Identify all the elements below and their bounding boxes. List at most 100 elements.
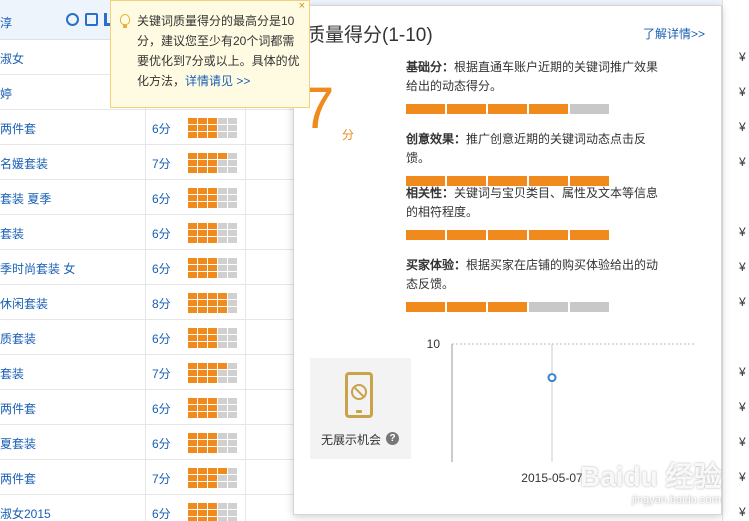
meter-cell [198, 258, 207, 264]
meter-cell [198, 475, 207, 481]
metric-label: 基础分： [406, 60, 455, 74]
quality-score-link[interactable]: 6分 [152, 330, 171, 347]
keyword-link[interactable]: 休闲套装 [0, 295, 48, 312]
quality-score-link[interactable]: 6分 [152, 190, 171, 207]
meter-cell [228, 153, 237, 159]
keyword-link[interactable]: 两件套 [0, 470, 36, 487]
keyword-link[interactable]: 套装 [0, 365, 24, 382]
meter-cell [198, 293, 207, 299]
score-meter[interactable] [188, 188, 237, 208]
tip-text: 关键词质量得分的最高分是10分，建议您至少有20个词都需要优化到7分或以上。具体… [137, 11, 305, 91]
quality-score-link[interactable]: 6分 [152, 435, 171, 452]
price-value: ¥ [739, 435, 746, 449]
quality-score-link[interactable]: 7分 [152, 365, 171, 382]
quality-score-link[interactable]: 7分 [152, 470, 171, 487]
bar-segment [570, 230, 609, 240]
meter-cell [208, 160, 217, 166]
column-divider [245, 390, 246, 425]
meter-cell [198, 272, 207, 278]
column-divider [145, 180, 146, 215]
meter-cell [208, 328, 217, 334]
meter-cell [228, 132, 237, 138]
column-divider [145, 495, 146, 521]
keyword-link[interactable]: 套装 [0, 225, 24, 242]
column-divider [245, 250, 246, 285]
score-meter[interactable] [188, 153, 237, 173]
meter-cell [188, 125, 197, 131]
bar-segment [529, 230, 568, 240]
keyword-link[interactable]: 套装 夏季 [0, 190, 51, 207]
meter-cell [208, 195, 217, 201]
score-meter[interactable] [188, 433, 237, 453]
meter-cell [198, 482, 207, 488]
header-tools [66, 13, 112, 26]
score-meter[interactable] [188, 258, 237, 278]
keyword-link[interactable]: 名媛套装 [0, 155, 48, 172]
column-divider [245, 285, 246, 320]
meter-cell [198, 412, 207, 418]
meter-cell [208, 132, 217, 138]
quality-score-link[interactable]: 6分 [152, 260, 171, 277]
keyword-link[interactable]: 淑女2015 [0, 505, 51, 521]
quality-score-link[interactable]: 6分 [152, 120, 171, 137]
meter-cell [198, 468, 207, 474]
close-icon[interactable]: × [299, 1, 305, 12]
meter-cell [208, 167, 217, 173]
meter-cell [198, 132, 207, 138]
meter-cell [198, 307, 207, 313]
metric-label: 创意效果： [406, 132, 467, 146]
meter-cell [208, 202, 217, 208]
phone-icon[interactable] [85, 13, 98, 26]
column-divider [145, 390, 146, 425]
metric-description: 创意效果：推广创意近期的关键词动态点击反馈。 [406, 130, 662, 168]
y-tick-label: 10 [427, 337, 441, 351]
score-meter[interactable] [188, 503, 237, 521]
meter-cell [218, 272, 227, 278]
help-icon[interactable]: ? [386, 432, 399, 445]
meter-cell [198, 328, 207, 334]
meter-cell [188, 482, 197, 488]
score-meter[interactable] [188, 223, 237, 243]
score-meter[interactable] [188, 293, 237, 313]
keyword-link[interactable]: 季时尚套装 女 [0, 260, 75, 277]
meter-cell [218, 517, 227, 521]
meter-cell [218, 412, 227, 418]
score-meter[interactable] [188, 363, 237, 383]
meter-cell [218, 223, 227, 229]
bar-segment [447, 104, 486, 114]
watermark-url: jingyan.baidu.com [632, 494, 721, 506]
bar-segment [406, 302, 445, 312]
quality-score-link[interactable]: 7分 [152, 155, 171, 172]
meter-cell [208, 237, 217, 243]
meter-cell [188, 272, 197, 278]
score-meter[interactable] [188, 398, 237, 418]
keyword-link[interactable]: 质套装 [0, 330, 36, 347]
meter-cell [228, 160, 237, 166]
meter-cell [198, 517, 207, 521]
quality-score-link[interactable]: 6分 [152, 400, 171, 417]
keyword-link[interactable]: 婷 [0, 85, 12, 102]
price-value: ¥ [739, 120, 746, 134]
quality-score-link[interactable]: 6分 [152, 225, 171, 242]
quality-score-link[interactable]: 8分 [152, 295, 171, 312]
tip-details-link[interactable]: 详情请见 >> [185, 74, 250, 88]
meter-cell [228, 468, 237, 474]
meter-cell [198, 440, 207, 446]
score-meter[interactable] [188, 468, 237, 488]
target-icon[interactable] [66, 13, 79, 26]
keyword-link[interactable]: 两件套 [0, 120, 36, 137]
quality-score-link[interactable]: 6分 [152, 505, 171, 521]
keyword-link[interactable]: 两件套 [0, 400, 36, 417]
meter-cell [218, 370, 227, 376]
meter-cell [208, 405, 217, 411]
column-divider [145, 285, 146, 320]
learn-more-link[interactable]: 了解详情>> [643, 25, 705, 42]
meter-cell [208, 153, 217, 159]
meter-cell [228, 230, 237, 236]
score-meter[interactable] [188, 118, 237, 138]
keyword-link[interactable]: 淑女 [0, 50, 24, 67]
score-meter[interactable] [188, 328, 237, 348]
no-show-opportunity-panel: 无展示机会 ? [310, 358, 411, 459]
meter-cell [188, 167, 197, 173]
keyword-link[interactable]: 夏套装 [0, 435, 36, 452]
